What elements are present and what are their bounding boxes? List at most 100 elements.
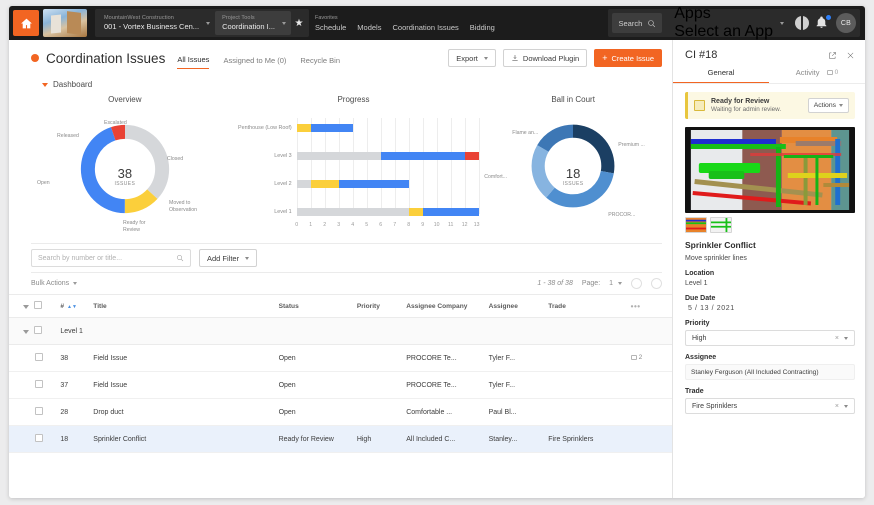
clear-icon[interactable]: ×	[835, 403, 839, 410]
th-title[interactable]: Title	[89, 294, 275, 318]
trade-label: Trade	[685, 388, 704, 395]
chart-overview: Overview 38 ISSUES Escalated Released Cl…	[27, 95, 223, 243]
tab-all-issues[interactable]: All Issues	[177, 55, 210, 69]
search-placeholder: Search by number or title...	[38, 254, 123, 262]
next-page-button[interactable]	[651, 278, 662, 289]
favorite-item-models[interactable]: Models	[357, 22, 381, 33]
app-window: MountainWest Construction 001 - Vortex B…	[9, 6, 865, 498]
th-options[interactable]: •••	[626, 294, 672, 318]
cell-assignee: Stanley...	[484, 425, 545, 453]
more-options-icon: •••	[630, 301, 641, 311]
favorite-item-schedule[interactable]: Schedule	[315, 22, 346, 33]
cell-title[interactable]: Drop duct	[89, 398, 275, 426]
group-checkbox[interactable]	[34, 326, 42, 334]
cell-assignee: Tyler F...	[484, 371, 545, 399]
row-checkbox-cell[interactable]	[9, 371, 57, 399]
bell-icon[interactable]	[815, 13, 832, 31]
segment-ready-for-review	[296, 124, 311, 132]
notification-badge	[825, 13, 832, 21]
select-all-checkbox[interactable]	[34, 301, 42, 309]
divider	[31, 243, 662, 244]
thumbnail[interactable]	[710, 217, 732, 233]
table-row[interactable]: 38 Field Issue Open PROCORE Te... Tyler …	[9, 344, 672, 372]
sort-icon: ▲▼	[67, 303, 77, 310]
prev-page-button[interactable]	[631, 278, 642, 289]
global-search-button[interactable]: Search	[612, 13, 663, 33]
dashboard-toggle[interactable]: Dashboard	[9, 76, 672, 91]
location-label: Location	[685, 270, 715, 277]
page-selector[interactable]: 1	[609, 280, 622, 287]
progress-track	[296, 208, 479, 216]
th-assignee-company[interactable]: Assignee Company	[402, 294, 485, 318]
row-checkbox-cell[interactable]	[9, 425, 57, 453]
expand-icon[interactable]	[828, 51, 837, 60]
company-project-selector[interactable]: MountainWest Construction 001 - Vortex B…	[97, 11, 215, 35]
th-trade[interactable]: Trade	[544, 294, 627, 318]
comment-icon	[826, 70, 833, 75]
table-row[interactable]: 37 Field Issue Open PROCORE Te... Tyler …	[9, 371, 672, 399]
segment-escalated	[464, 152, 479, 160]
favorite-item-bidding[interactable]: Bidding	[470, 22, 495, 33]
cell-trade	[544, 398, 627, 426]
home-icon[interactable]	[13, 10, 39, 36]
table-row[interactable]: 18 Sprinkler Conflict Ready for Review H…	[9, 425, 672, 453]
th-status[interactable]: Status	[274, 294, 353, 318]
group-toggle[interactable]	[9, 317, 57, 345]
trade-select[interactable]: Fire Sprinklers ×	[685, 398, 855, 414]
chart-ball-in-court: Ball in Court 18 ISSUES Premium ... PROC…	[484, 95, 662, 243]
status-banner: Ready for Review Waiting for admin revie…	[685, 92, 855, 119]
close-icon[interactable]	[846, 51, 855, 60]
create-issue-button[interactable]: + Create Issue	[594, 49, 662, 67]
cell-status: Open	[274, 371, 353, 399]
row-checkbox-cell[interactable]	[9, 344, 57, 372]
avatar[interactable]: CB	[836, 13, 856, 33]
row-checkbox[interactable]	[35, 353, 43, 361]
search-input[interactable]: Search by number or title...	[31, 249, 191, 267]
add-filter-label: Add Filter	[207, 253, 240, 263]
row-checkbox[interactable]	[35, 434, 43, 442]
row-checkbox[interactable]	[35, 380, 43, 388]
project-tool-selector[interactable]: Project Tools Coordination I...	[215, 11, 292, 35]
screenshot-thumbnails	[685, 217, 855, 233]
clear-icon[interactable]: ×	[835, 335, 839, 342]
x-tick: 6	[379, 222, 383, 228]
due-date-value[interactable]: 5 / 13 / 2021	[685, 305, 855, 312]
th-number[interactable]: # ▲▼	[56, 294, 90, 318]
tab-recycle-bin[interactable]: Recycle Bin	[300, 56, 340, 69]
add-filter-button[interactable]: Add Filter	[199, 249, 258, 267]
download-plugin-button[interactable]: Download Plugin	[502, 49, 588, 67]
apps-selector[interactable]: Apps Select an App	[668, 6, 789, 40]
table-group-row[interactable]: Level 1	[9, 317, 672, 345]
export-button[interactable]: Export	[448, 49, 496, 67]
star-icon[interactable]: ★	[291, 18, 307, 29]
tab-assigned-to-me[interactable]: Assigned to Me (0)	[223, 56, 286, 69]
create-issue-label: Create Issue	[611, 53, 654, 63]
panel-tab-general[interactable]: General	[673, 68, 769, 83]
row-checkbox[interactable]	[35, 407, 43, 415]
cell-attachments	[626, 371, 672, 399]
row-checkbox-cell[interactable]	[9, 398, 57, 426]
thumbnail[interactable]	[685, 217, 707, 233]
overview-donut	[80, 124, 169, 214]
cell-title[interactable]: Field Issue	[89, 371, 275, 399]
banner-actions-button[interactable]: Actions	[807, 98, 849, 113]
table-row[interactable]: 28 Drop duct Open Comfortable ... Paul B…	[9, 398, 672, 426]
dashboard-charts: Overview 38 ISSUES Escalated Released Cl…	[9, 91, 672, 243]
panel-tab-activity[interactable]: Activity 0	[769, 68, 865, 83]
progress-label-penthouse: Penthouse (Low Roof)	[238, 125, 292, 131]
cell-priority: High	[352, 425, 403, 453]
cell-title[interactable]: Sprinkler Conflict	[89, 425, 275, 453]
cell-title[interactable]: Field Issue	[89, 344, 275, 372]
th-priority[interactable]: Priority	[352, 294, 403, 318]
th-select-all[interactable]	[9, 294, 57, 318]
trade-value: Fire Sprinklers	[692, 402, 738, 410]
help-icon[interactable]	[795, 16, 809, 30]
cell-number: 18	[56, 425, 90, 453]
priority-select[interactable]: High ×	[685, 330, 855, 346]
issue-model-screenshot[interactable]	[685, 127, 855, 213]
cell-priority	[352, 344, 403, 372]
progress-label-level-3: Level 3	[274, 153, 292, 159]
favorite-item-coordination-issues[interactable]: Coordination Issues	[392, 22, 458, 33]
bulk-actions-button[interactable]: Bulk Actions	[31, 280, 78, 287]
th-assignee[interactable]: Assignee	[484, 294, 545, 318]
